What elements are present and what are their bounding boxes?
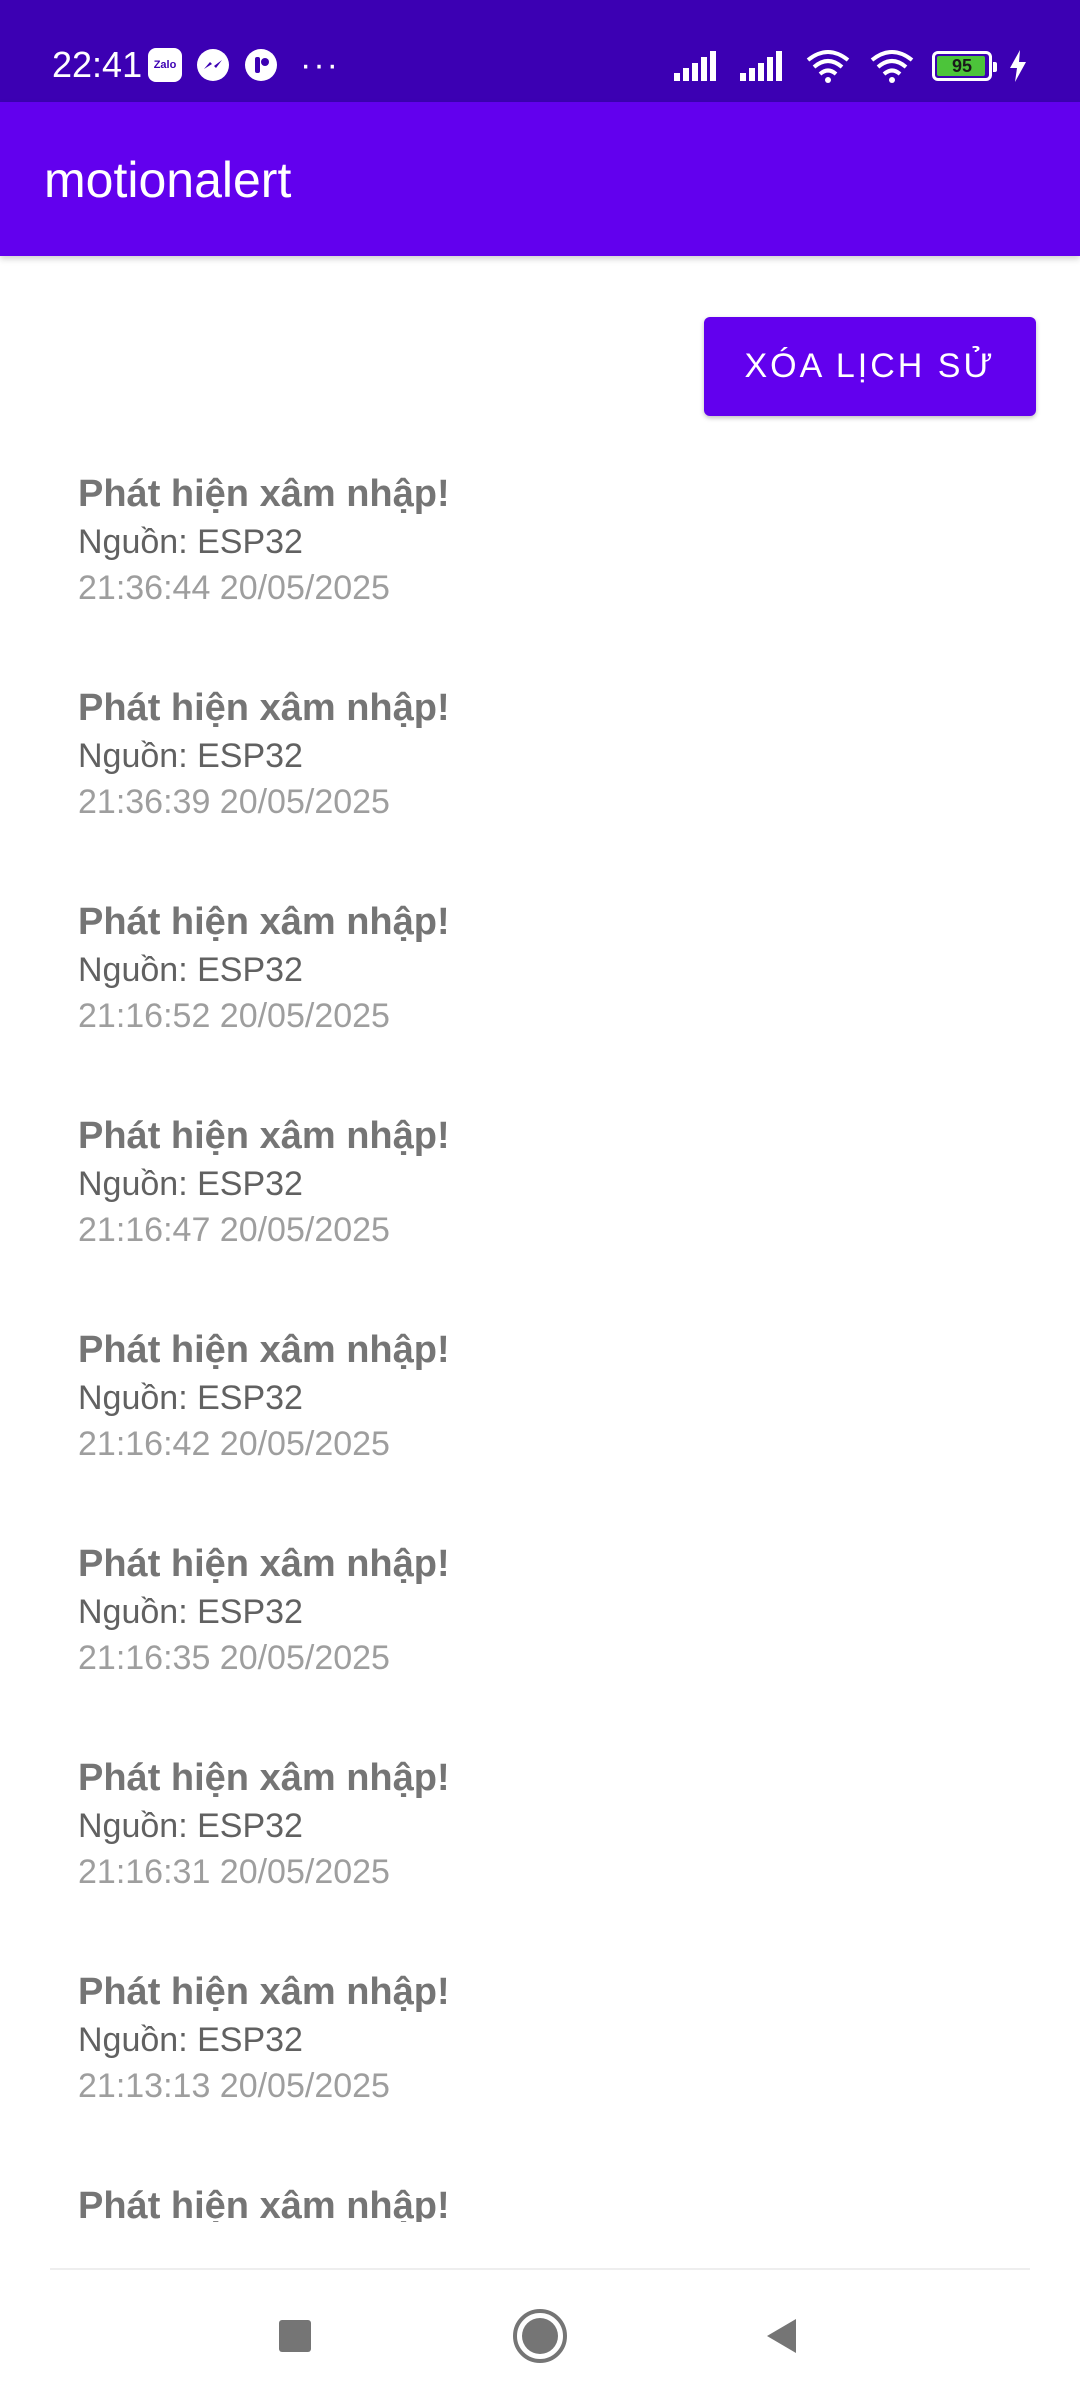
- status-time: 22:41: [52, 44, 143, 85]
- alert-title: Phát hiện xâm nhập!: [78, 901, 450, 943]
- alert-title: Phát hiện xâm nhập!: [78, 1115, 450, 1157]
- zalo-icon: Zalo: [148, 48, 182, 82]
- alert-timestamp: 21:13:13 20/05/2025: [78, 2067, 390, 2105]
- alert-source: Nguồn: ESP32: [78, 1593, 303, 1631]
- alert-title: Phát hiện xâm nhập!: [78, 473, 450, 515]
- alert-title: Phát hiện xâm nhập!: [78, 1543, 450, 1585]
- app-title: motionalert: [44, 152, 292, 208]
- alert-source: Nguồn: ESP32: [78, 737, 303, 775]
- alert-source: Nguồn: ESP32: [78, 1165, 303, 1203]
- alert-timestamp: 21:16:47 20/05/2025: [78, 1211, 390, 1249]
- alert-timestamp: 21:36:44 20/05/2025: [78, 569, 390, 607]
- app-bar: motionalert: [0, 102, 1080, 256]
- list-item: Phát hiện xâm nhập! Nguồn: ESP32 21:36:39 …: [78, 684, 978, 884]
- messenger-icon: [197, 49, 229, 81]
- alert-timestamp: 21:36:39 20/05/2025: [78, 783, 390, 821]
- list-item: Phát hiện xâm nhập! Nguồn: ESP32 21:13:13 …: [78, 1968, 978, 2168]
- list-item: Phát hiện xâm nhập! Nguồn: ESP32 21:36:44 …: [78, 470, 978, 670]
- system-icons: 95: [672, 46, 1028, 86]
- signal-icon: [740, 51, 782, 81]
- battery-cap: [993, 62, 997, 72]
- wifi-icon: [806, 50, 850, 83]
- history-list[interactable]: Phát hiện xâm nhập! Nguồn: ESP32 21:36:44 …: [0, 470, 1080, 2222]
- more-notifications-icon: ···: [300, 46, 340, 84]
- battery-icon: 95: [932, 51, 997, 81]
- alert-title: Phát hiện xâm nhập!: [78, 1329, 450, 1371]
- alert-timestamp: 21:16:42 20/05/2025: [78, 1425, 390, 1463]
- list-item: Phát hiện xâm nhập! Nguồn: ESP32 21:16:47 …: [78, 1112, 978, 1312]
- alert-timestamp: 21:16:35 20/05/2025: [78, 1639, 390, 1677]
- list-item: Phát hiện xâm nhập! Nguồn: ESP32 21:16:31 …: [78, 1754, 978, 1954]
- alert-title: Phát hiện xâm nhập!: [78, 1971, 450, 2013]
- recents-button[interactable]: [255, 2296, 335, 2376]
- back-triangle-icon: [767, 2319, 796, 2353]
- back-button[interactable]: [742, 2296, 822, 2376]
- alert-source: Nguồn: ESP32: [78, 951, 303, 989]
- home-button[interactable]: [500, 2296, 580, 2376]
- app-notification-icon: [245, 49, 277, 81]
- alert-source: Nguồn: ESP32: [78, 1807, 303, 1845]
- list-item: Phát hiện xâm nhập! Nguồn: ESP32 21:16:42 …: [78, 1326, 978, 1526]
- alert-source: Nguồn: ESP32: [78, 2021, 303, 2059]
- screen: 22:41 Zalo ··· 95 motionalert XÓA LỊCH S…: [0, 0, 1080, 2400]
- clear-history-button[interactable]: XÓA LỊCH SỬ: [704, 317, 1036, 416]
- notification-icons: Zalo ···: [148, 46, 340, 84]
- list-item: Phát hiện xâm nhập!: [78, 2182, 978, 2222]
- signal-icon: [674, 51, 716, 81]
- alert-title: Phát hiện xâm nhập!: [78, 1757, 450, 1799]
- status-bar: 22:41 Zalo ··· 95: [0, 0, 1080, 102]
- home-circle-icon: [513, 2309, 567, 2363]
- list-item: Phát hiện xâm nhập! Nguồn: ESP32 21:16:35 …: [78, 1540, 978, 1740]
- alert-timestamp: 21:16:31 20/05/2025: [78, 1853, 390, 1891]
- alert-timestamp: 21:16:52 20/05/2025: [78, 997, 390, 1035]
- alert-title: Phát hiện xâm nhập!: [78, 2185, 450, 2222]
- battery-level: 95: [951, 55, 973, 76]
- alert-title: Phát hiện xâm nhập!: [78, 687, 450, 729]
- nav-bar: [0, 2270, 1080, 2400]
- recents-square-icon: [279, 2320, 311, 2352]
- alert-source: Nguồn: ESP32: [78, 1379, 303, 1417]
- wifi-icon: [870, 50, 914, 83]
- list-item: Phát hiện xâm nhập! Nguồn: ESP32 21:16:52 …: [78, 898, 978, 1098]
- charging-icon: [1010, 50, 1026, 82]
- alert-source: Nguồn: ESP32: [78, 523, 303, 561]
